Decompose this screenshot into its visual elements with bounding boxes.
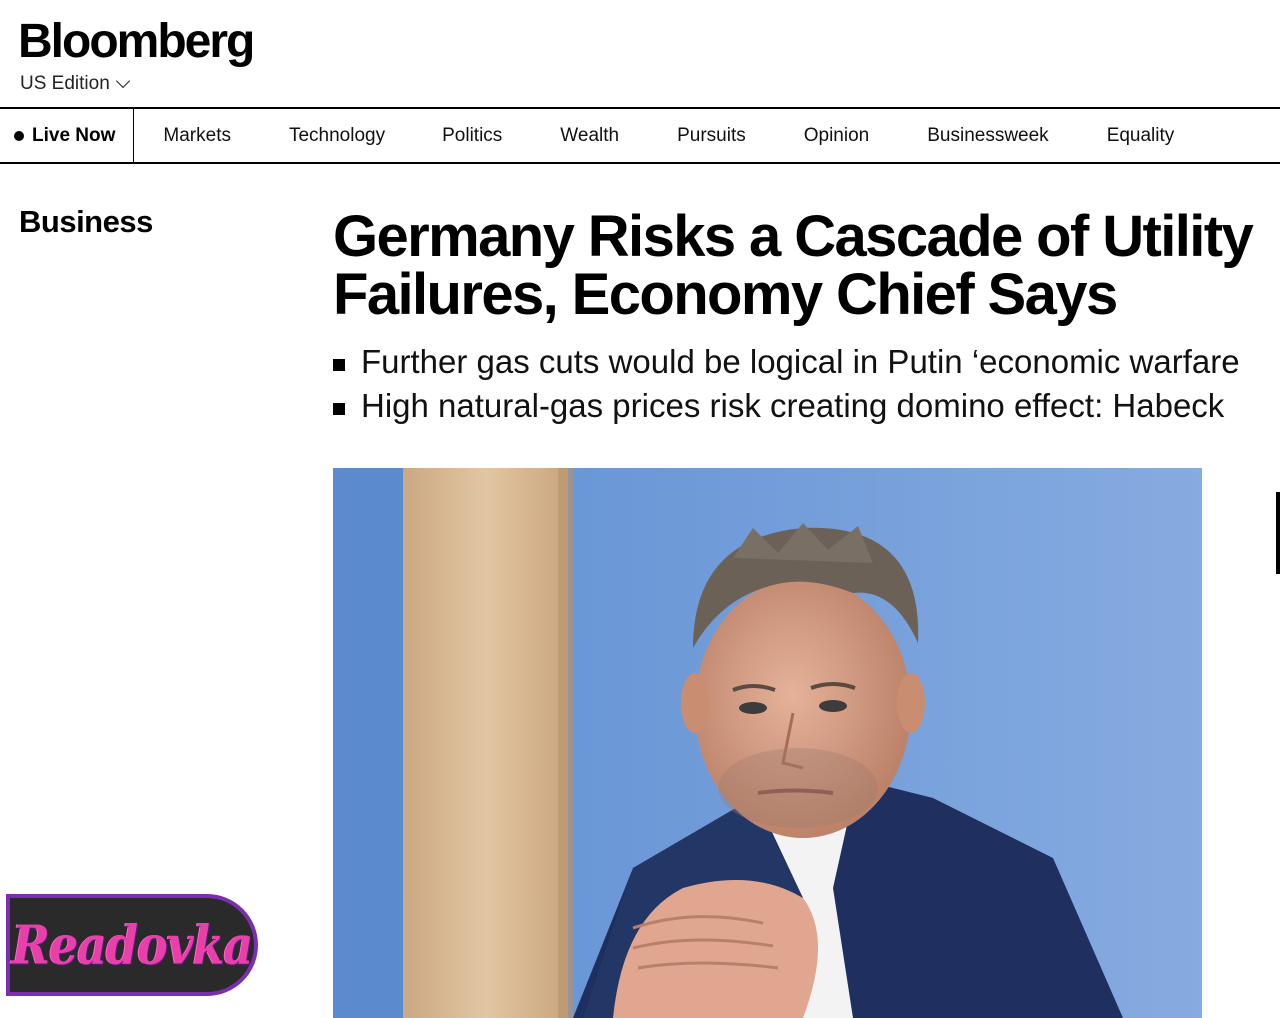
nav-item-politics[interactable]: Politics <box>442 125 502 147</box>
main-nav: Live Now Markets Technology Politics Wea… <box>0 107 1280 164</box>
readovka-watermark: Readovka <box>6 894 258 996</box>
nav-item-markets[interactable]: Markets <box>163 125 231 147</box>
live-now-label: Live Now <box>32 124 116 146</box>
summary-bullet: High natural-gas prices risk creating do… <box>333 384 1280 428</box>
nav-item-opinion[interactable]: Opinion <box>804 125 870 147</box>
article-photo <box>333 468 1202 1018</box>
bullet-square-icon <box>333 359 345 371</box>
edge-fragment <box>1276 492 1280 574</box>
chevron-down-icon <box>115 73 130 89</box>
nav-item-businessweek[interactable]: Businessweek <box>927 125 1048 147</box>
summary-bullet-text: Further gas cuts would be logical in Put… <box>361 343 1240 380</box>
article-headline: Germany Risks a Cascade of Utility Failu… <box>333 208 1280 324</box>
nav-item-technology[interactable]: Technology <box>289 125 385 147</box>
live-now-link[interactable]: Live Now <box>0 109 135 162</box>
portrait-illustration <box>333 468 1202 1018</box>
bloomberg-logo[interactable]: Bloomberg <box>18 18 255 66</box>
edition-selector[interactable]: US Edition <box>20 73 130 95</box>
nav-item-equality[interactable]: Equality <box>1107 125 1175 147</box>
nav-items: Markets Technology Politics Wealth Pursu… <box>134 109 1174 162</box>
summary-bullet-text: High natural-gas prices risk creating do… <box>361 387 1225 424</box>
headline-line-1: Germany Risks a Cascade of Utility <box>333 204 1254 269</box>
nav-item-wealth[interactable]: Wealth <box>560 125 619 147</box>
watermark-text: Readovka <box>11 913 254 977</box>
article-summary-bullets: Further gas cuts would be logical in Put… <box>333 340 1280 428</box>
live-dot-icon <box>14 130 24 141</box>
section-label[interactable]: Business <box>19 204 153 240</box>
summary-bullet: Further gas cuts would be logical in Put… <box>333 340 1280 384</box>
headline-line-2: Failures, Economy Chief Says <box>333 262 1118 327</box>
nav-item-pursuits[interactable]: Pursuits <box>677 125 746 147</box>
bullet-square-icon <box>333 403 345 415</box>
edition-label: US Edition <box>20 73 110 94</box>
